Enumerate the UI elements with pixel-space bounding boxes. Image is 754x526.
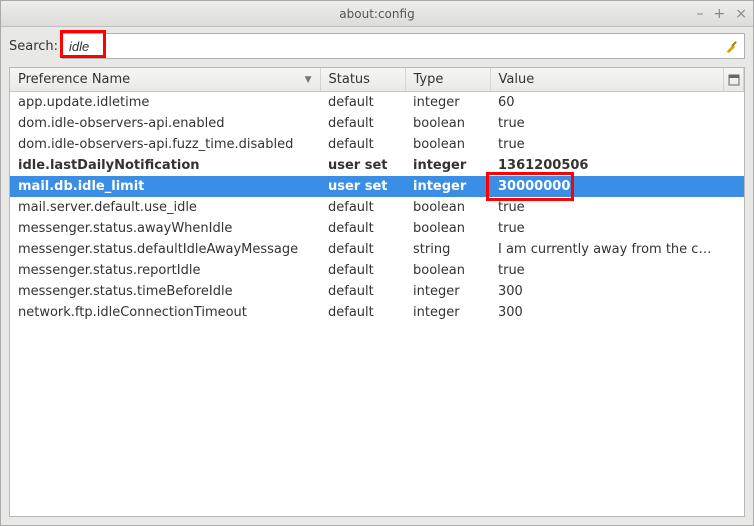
search-wrap bbox=[62, 33, 745, 59]
table-row[interactable]: mail.db.idle_limituser setinteger3000000… bbox=[10, 176, 744, 197]
cell-value: true bbox=[490, 260, 724, 281]
cell-name: mail.db.idle_limit bbox=[10, 176, 320, 197]
cell-value: true bbox=[490, 113, 724, 134]
cell-name: idle.lastDailyNotification bbox=[10, 155, 320, 176]
col-header-value-label: Value bbox=[499, 72, 535, 87]
minimize-button[interactable]: – bbox=[697, 6, 704, 22]
cell-value: I am currently away from the computer. bbox=[490, 239, 724, 260]
col-header-status-label: Status bbox=[329, 72, 370, 87]
cell-status: user set bbox=[320, 176, 405, 197]
cell-status: default bbox=[320, 302, 405, 323]
col-header-value[interactable]: Value bbox=[490, 68, 724, 92]
cell-name: mail.server.default.use_idle bbox=[10, 197, 320, 218]
table-row[interactable]: messenger.status.awayWhenIdledefaultbool… bbox=[10, 218, 744, 239]
cell-type: string bbox=[405, 239, 490, 260]
cell-name: app.update.idletime bbox=[10, 92, 320, 114]
cell-type: boolean bbox=[405, 218, 490, 239]
sort-indicator-icon: ▼ bbox=[305, 75, 312, 85]
table-row[interactable]: messenger.status.reportIdledefaultboolea… bbox=[10, 260, 744, 281]
cell-name: dom.idle-observers-api.enabled bbox=[10, 113, 320, 134]
cell-status: default bbox=[320, 239, 405, 260]
cell-status: default bbox=[320, 134, 405, 155]
window-title: about:config bbox=[339, 7, 414, 21]
cell-name: network.ftp.idleConnectionTimeout bbox=[10, 302, 320, 323]
cell-value: true bbox=[490, 218, 724, 239]
cell-name: messenger.status.timeBeforeIdle bbox=[10, 281, 320, 302]
table-row[interactable]: messenger.status.defaultIdleAwayMessaged… bbox=[10, 239, 744, 260]
clear-search-icon[interactable] bbox=[723, 37, 741, 55]
close-button[interactable]: × bbox=[735, 6, 747, 22]
cell-name: messenger.status.reportIdle bbox=[10, 260, 320, 281]
table-row[interactable]: idle.lastDailyNotificationuser setintege… bbox=[10, 155, 744, 176]
col-header-type-label: Type bbox=[414, 72, 444, 87]
about-config-window: about:config – + × Search: bbox=[0, 0, 754, 526]
col-header-name[interactable]: Preference Name ▼ bbox=[10, 68, 320, 92]
cell-value: true bbox=[490, 197, 724, 218]
table-row[interactable]: dom.idle-observers-api.enableddefaultboo… bbox=[10, 113, 744, 134]
table-row[interactable]: dom.idle-observers-api.fuzz_time.disable… bbox=[10, 134, 744, 155]
search-label: Search: bbox=[9, 39, 58, 54]
col-header-status[interactable]: Status bbox=[320, 68, 405, 92]
cell-type: integer bbox=[405, 176, 490, 197]
cell-value: 300 bbox=[490, 281, 724, 302]
titlebar: about:config – + × bbox=[1, 1, 753, 27]
column-picker-button[interactable] bbox=[724, 68, 744, 92]
table-row[interactable]: mail.server.default.use_idledefaultboole… bbox=[10, 197, 744, 218]
cell-type: boolean bbox=[405, 260, 490, 281]
maximize-button[interactable]: + bbox=[714, 6, 726, 22]
cell-status: default bbox=[320, 92, 405, 114]
cell-value: 30000000 bbox=[490, 176, 724, 197]
search-input[interactable] bbox=[62, 33, 745, 59]
preferences-table: Preference Name ▼ Status Type Value app.… bbox=[10, 68, 744, 323]
col-header-type[interactable]: Type bbox=[405, 68, 490, 92]
cell-value: 1361200506 bbox=[490, 155, 724, 176]
table-row[interactable]: network.ftp.idleConnectionTimeoutdefault… bbox=[10, 302, 744, 323]
table-body: app.update.idletimedefaultinteger60dom.i… bbox=[10, 92, 744, 324]
table-row[interactable]: messenger.status.timeBeforeIdledefaultin… bbox=[10, 281, 744, 302]
cell-type: integer bbox=[405, 281, 490, 302]
cell-type: integer bbox=[405, 302, 490, 323]
cell-name: messenger.status.awayWhenIdle bbox=[10, 218, 320, 239]
cell-status: default bbox=[320, 113, 405, 134]
cell-type: integer bbox=[405, 92, 490, 114]
cell-status: default bbox=[320, 197, 405, 218]
cell-value: 60 bbox=[490, 92, 724, 114]
cell-status: user set bbox=[320, 155, 405, 176]
cell-type: integer bbox=[405, 155, 490, 176]
cell-status: default bbox=[320, 260, 405, 281]
cell-value: 300 bbox=[490, 302, 724, 323]
cell-type: boolean bbox=[405, 134, 490, 155]
cell-status: default bbox=[320, 281, 405, 302]
cell-value: true bbox=[490, 134, 724, 155]
col-header-name-label: Preference Name bbox=[18, 72, 130, 87]
preferences-table-wrap[interactable]: Preference Name ▼ Status Type Value app.… bbox=[9, 67, 745, 517]
cell-name: dom.idle-observers-api.fuzz_time.disable… bbox=[10, 134, 320, 155]
cell-status: default bbox=[320, 218, 405, 239]
cell-name: messenger.status.defaultIdleAwayMessage bbox=[10, 239, 320, 260]
cell-type: boolean bbox=[405, 197, 490, 218]
search-bar: Search: bbox=[1, 27, 753, 65]
table-header-row: Preference Name ▼ Status Type Value bbox=[10, 68, 744, 92]
window-controls: – + × bbox=[697, 1, 747, 26]
cell-type: boolean bbox=[405, 113, 490, 134]
table-row[interactable]: app.update.idletimedefaultinteger60 bbox=[10, 92, 744, 114]
